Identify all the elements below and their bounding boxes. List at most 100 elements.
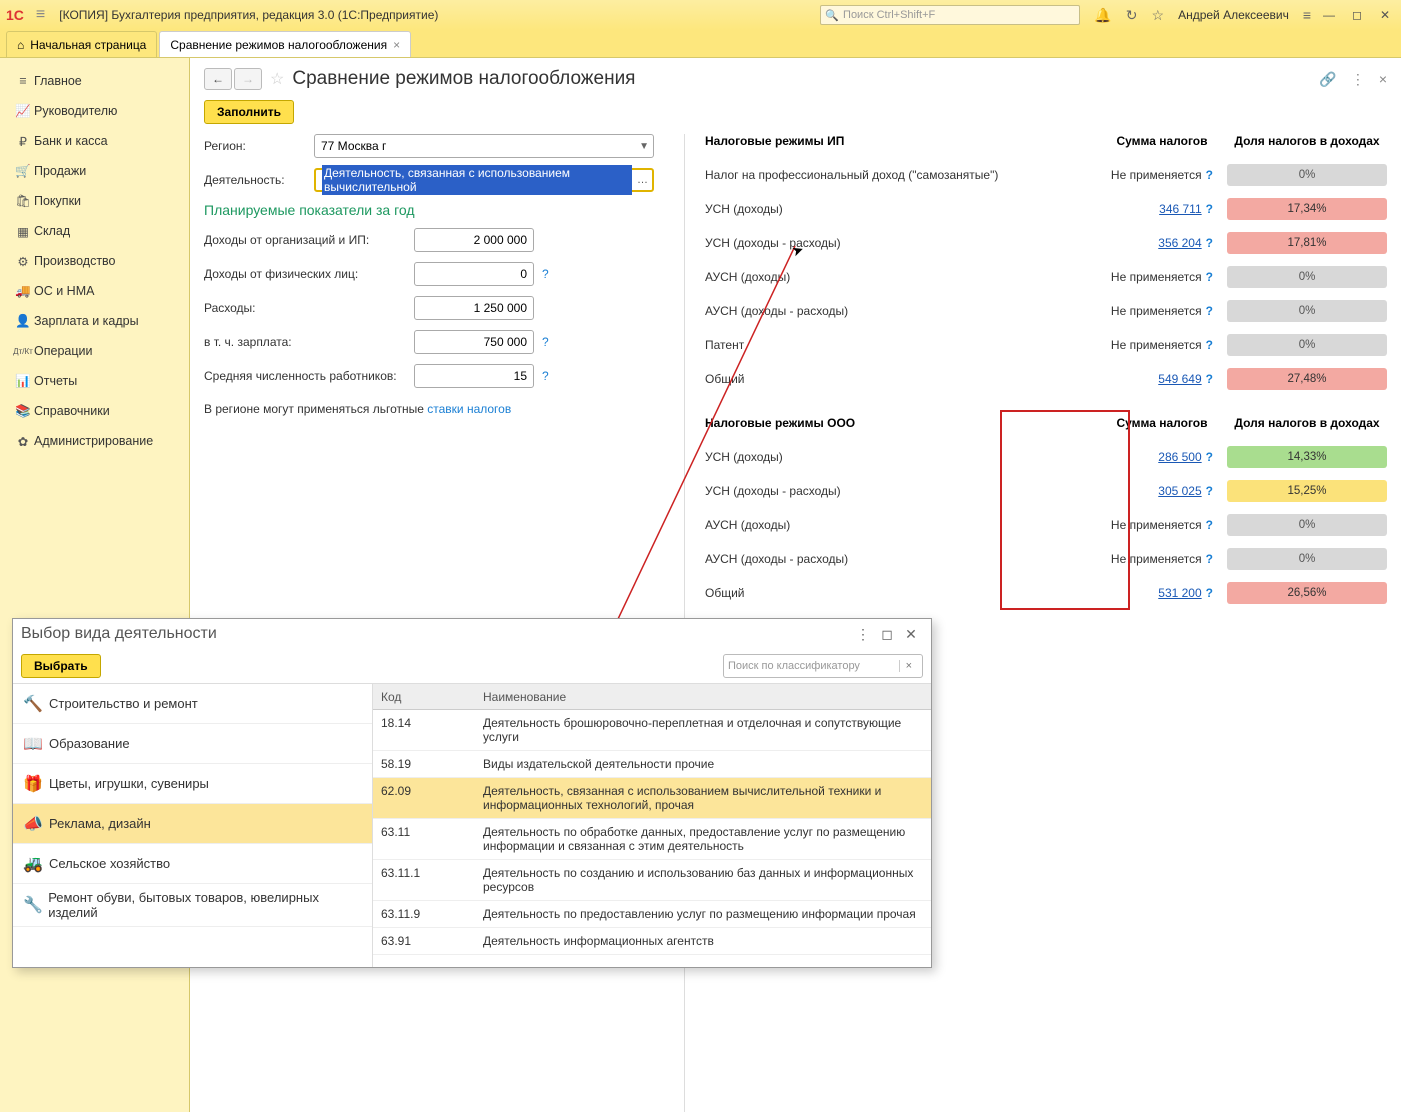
classifier-table[interactable]: Код Наименование 18.14Деятельность брошю… bbox=[373, 684, 931, 967]
category-item[interactable]: 🔧Ремонт обуви, бытовых товаров, ювелирны… bbox=[13, 884, 372, 927]
region-combo[interactable]: 77 Москва г ▼ bbox=[314, 134, 654, 158]
row-code: 63.91 bbox=[373, 934, 483, 948]
ellipsis-icon[interactable]: … bbox=[637, 174, 648, 186]
category-item[interactable]: 🔨Строительство и ремонт bbox=[13, 684, 372, 724]
close-button[interactable]: ✕ bbox=[1375, 8, 1395, 22]
help-icon[interactable]: ? bbox=[1206, 304, 1213, 318]
classifier-row[interactable]: 18.14Деятельность брошюровочно-переплетн… bbox=[373, 710, 931, 751]
classifier-row[interactable]: 63.11.9Деятельность по предоставлению ус… bbox=[373, 901, 931, 928]
row-code: 58.19 bbox=[373, 757, 483, 771]
tab-current[interactable]: Сравнение режимов налогообложения × bbox=[159, 31, 411, 57]
salary-label: в т. ч. зарплата: bbox=[204, 335, 414, 349]
help-icon[interactable]: ? bbox=[1206, 372, 1213, 386]
favorite-icon[interactable]: ☆ bbox=[270, 69, 284, 89]
sidebar-item-2[interactable]: ₽Банк и касса bbox=[0, 126, 189, 156]
sidebar-item-5[interactable]: ▦Склад bbox=[0, 216, 189, 246]
sidebar-item-1[interactable]: 📈Руководителю bbox=[0, 96, 189, 126]
income-org-label: Доходы от организаций и ИП: bbox=[204, 233, 414, 247]
help-icon[interactable]: ? bbox=[1206, 484, 1213, 498]
dropdown-icon[interactable]: ≡ bbox=[1303, 7, 1311, 23]
maximize-button[interactable]: ◻ bbox=[1347, 8, 1367, 22]
classifier-row[interactable]: 63.11.1Деятельность по созданию и исполь… bbox=[373, 860, 931, 901]
user-name[interactable]: Андрей Алексеевич bbox=[1178, 8, 1289, 22]
help-icon[interactable]: ? bbox=[542, 335, 549, 349]
clear-search-icon[interactable]: × bbox=[899, 660, 918, 672]
sidebar-item-4[interactable]: 🛍Покупки bbox=[0, 186, 189, 216]
sidebar-item-10[interactable]: 📊Отчеты bbox=[0, 366, 189, 396]
help-icon[interactable]: ? bbox=[1206, 586, 1213, 600]
global-search[interactable]: 🔍 Поиск Ctrl+Shift+F bbox=[820, 5, 1080, 25]
rates-link[interactable]: ставки налогов bbox=[427, 402, 511, 416]
classifier-row[interactable]: 62.09Деятельность, связанная с использов… bbox=[373, 778, 931, 819]
expenses-input[interactable] bbox=[414, 296, 534, 320]
tax-value-link[interactable]: 346 711 bbox=[1159, 202, 1202, 216]
sidebar-item-0[interactable]: ≡Главное bbox=[0, 66, 189, 96]
classifier-search[interactable]: Поиск по классификатору × bbox=[723, 654, 923, 678]
sidebar-item-6[interactable]: ⚙Производство bbox=[0, 246, 189, 276]
app-title: [КОПИЯ] Бухгалтерия предприятия, редакци… bbox=[53, 8, 444, 22]
help-icon[interactable]: ? bbox=[542, 267, 549, 281]
history-icon[interactable]: ↻ bbox=[1126, 7, 1138, 24]
sidebar-item-3[interactable]: 🛒Продажи bbox=[0, 156, 189, 186]
regime-row: Общий 531 200? 26,56% bbox=[705, 576, 1387, 610]
tab-close-icon[interactable]: × bbox=[393, 38, 400, 52]
sidebar-item-11[interactable]: 📚Справочники bbox=[0, 396, 189, 426]
sidebar-label: Администрирование bbox=[34, 434, 153, 448]
sidebar-item-12[interactable]: ✿Администрирование bbox=[0, 426, 189, 456]
link-icon[interactable]: 🔗 bbox=[1319, 71, 1336, 88]
fill-button[interactable]: Заполнить bbox=[204, 100, 294, 124]
classifier-row[interactable]: 63.91Деятельность информационных агентст… bbox=[373, 928, 931, 955]
star-icon[interactable]: ☆ bbox=[1152, 7, 1165, 24]
help-icon[interactable]: ? bbox=[1206, 202, 1213, 216]
category-icon: 🎁 bbox=[23, 774, 49, 794]
activity-combo[interactable]: Деятельность, связанная с использованием… bbox=[314, 168, 654, 192]
category-icon: 🚜 bbox=[23, 854, 49, 874]
category-item[interactable]: 🎁Цветы, игрушки, сувениры bbox=[13, 764, 372, 804]
bell-icon[interactable]: 🔔 bbox=[1094, 7, 1111, 24]
emp-input[interactable] bbox=[414, 364, 534, 388]
menu-icon[interactable]: ≡ bbox=[36, 6, 45, 24]
help-icon[interactable]: ? bbox=[542, 369, 549, 383]
sidebar-item-9[interactable]: Дт/КтОперации bbox=[0, 336, 189, 366]
sidebar-icon: 📚 bbox=[12, 404, 34, 419]
tax-value-link[interactable]: 549 649 bbox=[1158, 372, 1201, 386]
help-icon[interactable]: ? bbox=[1206, 450, 1213, 464]
income-phys-input[interactable] bbox=[414, 262, 534, 286]
tax-value-link[interactable]: 286 500 bbox=[1158, 450, 1201, 464]
sidebar-label: Зарплата и кадры bbox=[34, 314, 139, 328]
dialog-maximize-icon[interactable]: ◻ bbox=[875, 626, 899, 643]
dialog-close-icon[interactable]: ✕ bbox=[899, 626, 923, 643]
emp-label: Средняя численность работников: bbox=[204, 369, 414, 383]
classifier-row[interactable]: 63.11Деятельность по обработке данных, п… bbox=[373, 819, 931, 860]
help-icon[interactable]: ? bbox=[1206, 270, 1213, 284]
classifier-row[interactable]: 58.19Виды издательской деятельности проч… bbox=[373, 751, 931, 778]
row-name: Деятельность по обработке данных, предос… bbox=[483, 825, 931, 853]
category-item[interactable]: 📣Реклама, дизайн bbox=[13, 804, 372, 844]
category-list[interactable]: 🔨Строительство и ремонт📖Образование🎁Цвет… bbox=[13, 684, 373, 967]
share-bar: 14,33% bbox=[1227, 446, 1387, 468]
category-item[interactable]: 📖Образование bbox=[13, 724, 372, 764]
help-icon[interactable]: ? bbox=[1206, 236, 1213, 250]
sidebar-item-8[interactable]: 👤Зарплата и кадры bbox=[0, 306, 189, 336]
regime-row: АУСН (доходы - расходы) Не применяется? … bbox=[705, 542, 1387, 576]
help-icon[interactable]: ? bbox=[1206, 552, 1213, 566]
sidebar-item-7[interactable]: 🚚ОС и НМА bbox=[0, 276, 189, 306]
choose-button[interactable]: Выбрать bbox=[21, 654, 101, 678]
salary-input[interactable] bbox=[414, 330, 534, 354]
regime-name: Налог на профессиональный доход ("самоза… bbox=[705, 168, 1087, 182]
minimize-button[interactable]: — bbox=[1319, 8, 1339, 22]
help-icon[interactable]: ? bbox=[1206, 168, 1213, 182]
help-icon[interactable]: ? bbox=[1206, 338, 1213, 352]
income-org-input[interactable] bbox=[414, 228, 534, 252]
tax-value-link[interactable]: 356 204 bbox=[1158, 236, 1201, 250]
page-close-icon[interactable]: × bbox=[1379, 71, 1387, 88]
dialog-more-icon[interactable]: ⋮ bbox=[851, 626, 875, 643]
more-icon[interactable]: ⋮ bbox=[1351, 71, 1365, 88]
tab-home[interactable]: ⌂ Начальная страница bbox=[6, 31, 157, 57]
nav-back-button[interactable]: ← bbox=[204, 68, 232, 90]
nav-forward-button[interactable]: → bbox=[234, 68, 262, 90]
category-item[interactable]: 🚜Сельское хозяйство bbox=[13, 844, 372, 884]
help-icon[interactable]: ? bbox=[1206, 518, 1213, 532]
tax-value-link[interactable]: 305 025 bbox=[1158, 484, 1201, 498]
tax-value-link[interactable]: 531 200 bbox=[1158, 586, 1201, 600]
